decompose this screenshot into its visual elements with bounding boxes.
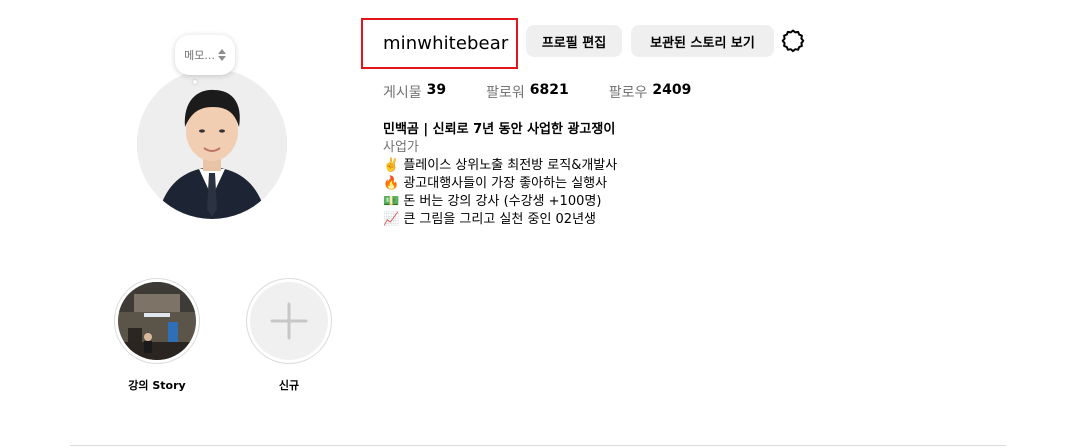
memo-sort-icon xyxy=(217,49,226,61)
view-archive-button[interactable]: 보관된 스토리 보기 xyxy=(631,25,774,57)
stat-value: 6821 xyxy=(529,82,569,98)
bio-line: ✌️ 플레이스 상위노출 최전방 로직&개발사 xyxy=(383,158,618,173)
stat-value: 2409 xyxy=(652,82,692,98)
bio-line: 🔥 광고대행사들이 가장 좋아하는 실행사 xyxy=(383,176,608,191)
tabs-divider xyxy=(70,445,1006,446)
highlight-ring xyxy=(246,278,332,364)
bio-category: 사업가 xyxy=(383,140,419,155)
highlight-story[interactable]: 강의 Story xyxy=(113,278,201,393)
stat-value: 39 xyxy=(426,82,447,98)
highlight-cover-image xyxy=(118,282,196,360)
highlight-new[interactable]: 신규 xyxy=(245,278,333,393)
stat-label: 팔로우 xyxy=(608,85,648,101)
bio-line: 💵 돈 버는 강의 강사 (수강생 +100명) xyxy=(383,194,602,209)
bio-line: 📈 큰 그림을 그리고 실천 중인 02년생 xyxy=(383,212,597,227)
profile-avatar[interactable] xyxy=(137,69,287,219)
profile-page: 메모... minwhitebear 프로필 편집 보관된 스토리 보기 게시물… xyxy=(0,0,1076,448)
stat-posts: 게시물 39 xyxy=(383,82,446,102)
avatar-photo xyxy=(137,69,287,219)
profile-stats: 게시물 39 팔로워 6821 팔로우 2409 xyxy=(383,82,731,102)
edit-profile-button[interactable]: 프로필 편집 xyxy=(526,25,622,57)
profile-bio: 민백곰 | 신뢰로 7년 동안 사업한 광고쟁이 사업가 ✌️ 플레이스 상위노… xyxy=(383,121,617,229)
bio-name: 민백곰 | 신뢰로 7년 동안 사업한 광고쟁이 xyxy=(383,122,616,137)
plus-icon xyxy=(270,302,308,340)
memo-label: 메모... xyxy=(184,49,215,62)
settings-gear-icon[interactable] xyxy=(781,29,805,53)
stat-label: 팔로워 xyxy=(486,85,525,101)
highlight-ring xyxy=(114,278,200,364)
memo-dot xyxy=(193,80,197,84)
username[interactable]: minwhitebear xyxy=(383,33,508,54)
highlight-label: 강의 Story xyxy=(128,379,186,392)
stat-following[interactable]: 팔로우 2409 xyxy=(609,82,692,102)
highlight-label: 신규 xyxy=(278,379,300,392)
new-highlight-plus xyxy=(250,282,328,360)
stat-followers[interactable]: 팔로워 6821 xyxy=(486,82,569,102)
stat-label: 게시물 xyxy=(383,85,422,101)
memo-bubble[interactable]: 메모... xyxy=(175,35,235,75)
username-highlight-box: minwhitebear xyxy=(361,18,518,69)
